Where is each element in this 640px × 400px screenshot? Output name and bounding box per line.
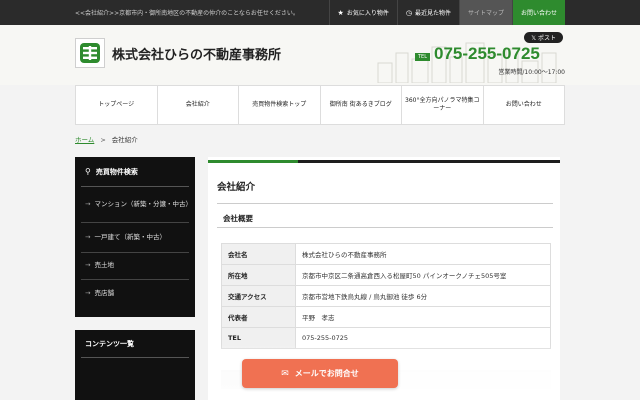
nav-top-page[interactable]: トップページ xyxy=(76,86,158,124)
main-nav: トップページ 会社紹介 売買物件検索トップ 御所南 街あるきブログ 360°全方… xyxy=(75,85,565,125)
breadcrumb-current: 会社紹介 xyxy=(111,136,138,144)
company-name[interactable]: 株式会社ひらの不動産事務所 xyxy=(112,44,281,63)
nav-company[interactable]: 会社紹介 xyxy=(158,86,239,124)
nav-blog[interactable]: 御所南 街あるきブログ xyxy=(321,86,402,124)
arrow-right-icon: → xyxy=(85,199,91,208)
table-row: 代表者 平野 孝志 xyxy=(221,306,551,328)
top-nav: ★ お気に入り物件 ◷ 最近見た物件 サイトマップ お問い合わせ xyxy=(328,0,565,25)
site-tagline: <<会社紹介>>京都市内・御所南地区の不動産の仲介のことならお任せください。 xyxy=(75,10,299,17)
content-accent-rule xyxy=(208,160,298,163)
tel-badge: TEL xyxy=(415,53,430,61)
table-key: 交通アクセス xyxy=(221,285,296,307)
sidebar-item-mansion[interactable]: → マンション（新築・分譲・中古） xyxy=(81,187,192,223)
sidebar-item-store[interactable]: → 売店舗 xyxy=(81,280,189,307)
table-value: 京都市営地下鉄烏丸線 / 烏丸御池 徒歩 6分 xyxy=(295,285,551,307)
arrow-right-icon: → xyxy=(85,261,91,270)
title-divider xyxy=(217,203,553,204)
company-logo[interactable] xyxy=(75,38,105,68)
sidebar-search: ⚲ 売買物件検索 → マンション（新築・分譲・中古） → 一戸建て（新築・中古） → 売… xyxy=(75,157,195,317)
company-info-table: 会社名 株式会社ひらの不動産事務所 所在地 京都市中京区二条通高倉西入る松屋町50 … xyxy=(221,243,551,349)
sidebar-item-label: 売土地 xyxy=(94,261,114,270)
table-key: 所在地 xyxy=(221,264,296,286)
table-row: 交通アクセス 京都市営地下鉄烏丸線 / 烏丸御池 徒歩 6分 xyxy=(221,285,551,307)
content-top-rule xyxy=(208,160,560,163)
top-bar: <<会社紹介>>京都市内・御所南地区の不動産の仲介のことならお任せください。 ★… xyxy=(0,0,640,25)
favorites-label: お気に入り物件 xyxy=(346,10,389,17)
sidebar-item-label: 一戸建て（新築・中古） xyxy=(94,232,166,241)
business-hours: 営業時間/10:00～17:00 xyxy=(498,69,565,76)
sidebar-item-land[interactable]: → 売土地 xyxy=(81,253,189,280)
table-value: 平野 孝志 xyxy=(295,306,551,328)
contact-top-link[interactable]: お問い合わせ xyxy=(511,0,565,25)
breadcrumb: ホーム > 会社紹介 xyxy=(75,134,138,144)
contact-top-label: お問い合わせ xyxy=(520,10,557,17)
search-icon: ⚲ xyxy=(85,167,91,176)
table-row: 会社名 株式会社ひらの不動産事務所 xyxy=(221,243,551,265)
sidebar-item-label: マンション（新築・分譲・中古） xyxy=(94,199,192,208)
sidebar-contents: コンテンツ一覧 xyxy=(75,330,195,400)
recently-viewed-label: 最近見た物件 xyxy=(414,10,451,17)
sidebar-item-label: 売店舗 xyxy=(94,288,114,297)
page-title: 会社紹介 xyxy=(217,182,256,193)
clock-icon: ◷ xyxy=(405,8,412,17)
sidebar-search-header: ⚲ 売買物件検索 xyxy=(81,157,189,187)
nav-property-search[interactable]: 売買物件検索トップ xyxy=(239,86,321,124)
star-icon: ★ xyxy=(337,8,344,17)
breadcrumb-separator: > xyxy=(100,136,106,144)
header: 株式会社ひらの不動産事務所 𝕏 ポスト TEL 075-255-0725 営業時… xyxy=(0,25,640,85)
x-logo-icon: 𝕏 xyxy=(531,35,538,42)
nav-contact[interactable]: お問い合わせ xyxy=(484,86,565,124)
x-post-button[interactable]: 𝕏 ポスト xyxy=(524,32,563,43)
logo-mark-icon xyxy=(80,43,100,63)
sidebar-item-house[interactable]: → 一戸建て（新築・中古） xyxy=(81,223,189,253)
sitemap-label: サイトマップ xyxy=(467,10,504,17)
recently-viewed-link[interactable]: ◷ 最近見た物件 xyxy=(396,0,459,25)
mail-contact-button[interactable]: ✉ メールでお問合せ xyxy=(242,359,398,388)
favorites-link[interactable]: ★ お気に入り物件 xyxy=(328,0,397,25)
mail-contact-label: メールでお問合せ xyxy=(294,369,359,378)
sidebar-search-title: 売買物件検索 xyxy=(95,167,138,176)
x-post-label: ポスト xyxy=(537,35,556,42)
sitemap-link[interactable]: サイトマップ xyxy=(458,0,512,25)
table-key: 代表者 xyxy=(221,306,296,328)
table-key: 会社名 xyxy=(221,243,296,265)
sidebar-contents-title: コンテンツ一覧 xyxy=(81,330,189,358)
table-row: 所在地 京都市中京区二条通高倉西入る松屋町50 パインオークノチェ505号室 xyxy=(221,264,551,286)
section-title: 会社概要 xyxy=(217,206,553,228)
arrow-right-icon: → xyxy=(85,288,91,297)
nav-panorama[interactable]: 360°全方向パノラマ特集コーナー xyxy=(402,86,484,124)
mail-icon: ✉ xyxy=(281,368,289,379)
table-value: 京都市中京区二条通高倉西入る松屋町50 パインオークノチェ505号室 xyxy=(295,264,551,286)
phone-number[interactable]: 075-255-0725 xyxy=(434,44,540,64)
table-value: 株式会社ひらの不動産事務所 xyxy=(295,243,551,265)
arrow-right-icon: → xyxy=(85,232,91,241)
breadcrumb-home[interactable]: ホーム xyxy=(75,136,94,144)
